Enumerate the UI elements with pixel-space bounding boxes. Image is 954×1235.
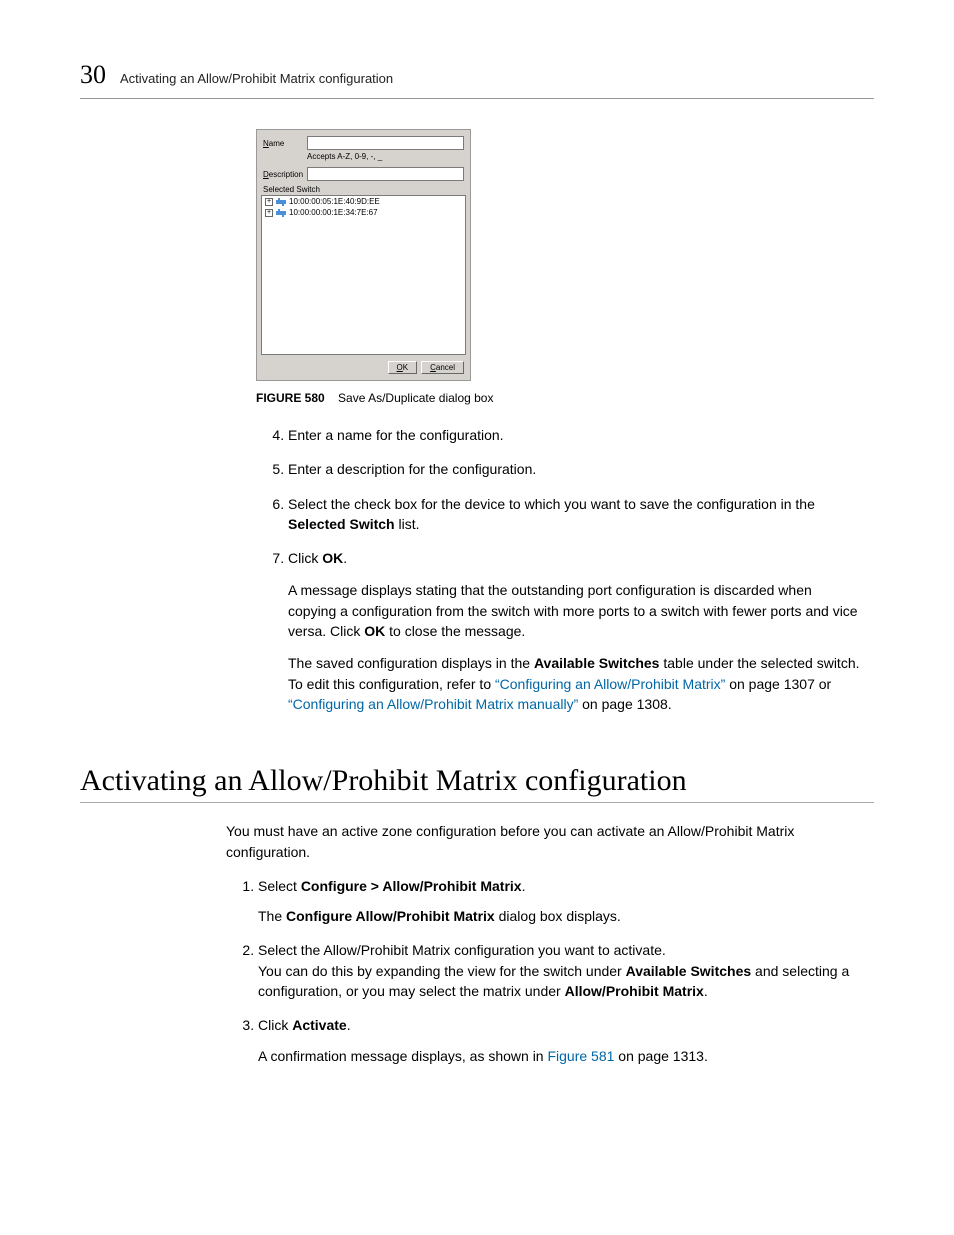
link-configuring-matrix[interactable]: “Configuring an Allow/Prohibit Matrix” — [495, 676, 725, 692]
name-input[interactable] — [307, 136, 464, 150]
step-3-para: A confirmation message displays, as show… — [258, 1046, 860, 1066]
link-configuring-matrix-manually[interactable]: “Configuring an Allow/Prohibit Matrix ma… — [288, 696, 578, 712]
step-4: Enter a name for the configuration. — [288, 425, 860, 445]
description-row: Description — [257, 165, 470, 183]
step-7: Click OK. A message displays stating tha… — [288, 548, 860, 714]
expand-icon[interactable]: + — [265, 198, 273, 206]
step-1-para: The Configure Allow/Prohibit Matrix dial… — [258, 906, 860, 926]
description-label: Description — [263, 170, 307, 179]
selected-switch-list[interactable]: + 10:00:00:05:1E:40:9D:EE + 10:00:00:00:… — [261, 195, 466, 355]
page-header: 30 Activating an Allow/Prohibit Matrix c… — [80, 60, 874, 90]
step-5: Enter a description for the configuratio… — [288, 459, 860, 479]
section-rule — [80, 802, 874, 803]
cancel-button[interactable]: Cancel — [421, 361, 464, 374]
list-item[interactable]: + 10:00:00:00:1E:34:7E:67 — [262, 207, 465, 218]
section-intro: You must have an active zone configurati… — [226, 821, 860, 862]
step-1: Select Configure > Allow/Prohibit Matrix… — [258, 876, 860, 927]
description-input[interactable] — [307, 167, 464, 181]
figure-caption: FIGURE 580 Save As/Duplicate dialog box — [256, 391, 874, 405]
link-figure-581[interactable]: Figure 581 — [547, 1048, 614, 1064]
dialog-button-row: OK Cancel — [257, 355, 470, 380]
name-hint: Accepts A-Z, 0-9, -, _ — [307, 152, 470, 165]
steps-list-upper: Enter a name for the configuration. Ente… — [260, 425, 874, 714]
name-row: Name — [257, 134, 470, 152]
steps-list-lower: Select Configure > Allow/Prohibit Matrix… — [230, 876, 874, 1066]
list-item[interactable]: + 10:00:00:05:1E:40:9D:EE — [262, 196, 465, 207]
header-rule — [80, 98, 874, 99]
selected-switch-label: Selected Switch — [257, 183, 470, 195]
step-3: Click Activate. A confirmation message d… — [258, 1015, 860, 1066]
section-heading: Activating an Allow/Prohibit Matrix conf… — [80, 764, 874, 798]
save-as-dialog: Name Accepts A-Z, 0-9, -, _ Description … — [256, 129, 471, 381]
step-6: Select the check box for the device to w… — [288, 494, 860, 535]
step-2: Select the Allow/Prohibit Matrix configu… — [258, 940, 860, 1001]
switch-icon — [276, 198, 286, 206]
name-label: Name — [263, 139, 307, 148]
ok-button[interactable]: OK — [388, 361, 418, 374]
step-7-para-1: A message displays stating that the outs… — [288, 580, 860, 641]
chapter-number: 30 — [80, 60, 106, 90]
header-title: Activating an Allow/Prohibit Matrix conf… — [120, 71, 393, 86]
dialog-figure: Name Accepts A-Z, 0-9, -, _ Description … — [256, 129, 874, 381]
figure-text: Save As/Duplicate dialog box — [338, 391, 493, 405]
step-7-para-2: The saved configuration displays in the … — [288, 653, 860, 714]
switch-icon — [276, 209, 286, 217]
expand-icon[interactable]: + — [265, 209, 273, 217]
switch-wwn: 10:00:00:00:1E:34:7E:67 — [289, 208, 378, 217]
figure-number: FIGURE 580 — [256, 391, 325, 405]
switch-wwn: 10:00:00:05:1E:40:9D:EE — [289, 197, 380, 206]
